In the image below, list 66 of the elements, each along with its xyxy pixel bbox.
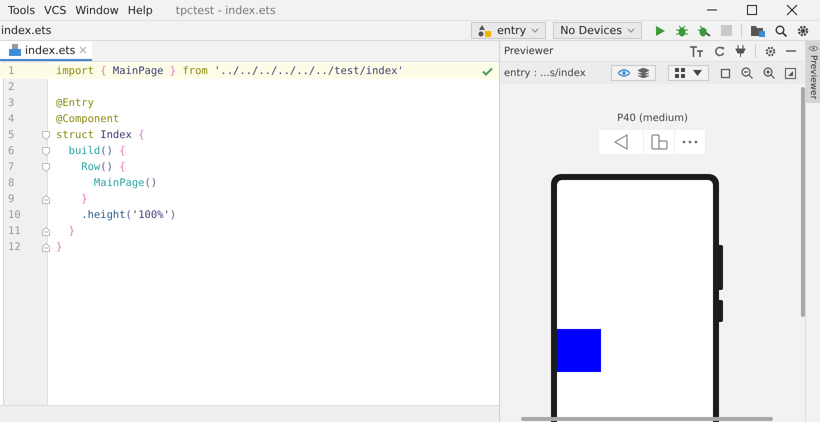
layout-dropdown[interactable]: [668, 65, 709, 81]
line-number: 7: [7, 161, 16, 173]
search-icon[interactable]: [775, 24, 787, 36]
code-line: @Component: [56, 113, 120, 125]
bug-attach-icon[interactable]: [698, 24, 711, 36]
chevron-icon: [627, 28, 635, 34]
line-number: 2: [7, 81, 16, 93]
breadcrumb[interactable]: index.ets: [1, 24, 52, 37]
code-line: }: [68, 225, 75, 237]
file-tab[interactable]: index.ets: [0, 41, 92, 61]
menu-item[interactable]: VCS: [44, 4, 66, 16]
eye-icon: [618, 68, 630, 78]
code-line: @Entry: [56, 97, 94, 109]
code-line: MainPage(): [92, 177, 158, 189]
preview-path: entry : ...s/index: [504, 68, 586, 78]
side-tab[interactable]: Previewer: [806, 41, 820, 104]
inspector-toggle[interactable]: [611, 65, 656, 81]
rectangle: [556, 329, 600, 372]
zoom-out-icon[interactable]: [741, 67, 753, 79]
line-number: 9: [7, 193, 16, 205]
settings-icon[interactable]: [765, 46, 776, 56]
run-icon[interactable]: [654, 24, 666, 36]
line-number: 1: [7, 65, 16, 77]
menu-item[interactable]: Help: [128, 4, 153, 16]
line-number: 12: [7, 241, 22, 253]
folder-icon[interactable]: [751, 24, 765, 36]
caret-icon: [693, 70, 702, 76]
code-line: }: [56, 241, 62, 253]
fit-screen-icon[interactable]: [785, 68, 796, 78]
file-icon: [9, 44, 21, 56]
code-line: }: [80, 193, 88, 205]
menu-item[interactable]: Window: [75, 4, 119, 16]
code-line: .height('100%'): [80, 209, 176, 221]
code-line: struct Index {: [56, 129, 145, 141]
eye-icon: [808, 45, 818, 52]
panel-title: Previewer: [504, 46, 554, 56]
chevron-icon: [531, 28, 540, 34]
line-number: 4: [7, 113, 16, 125]
zoom-in-icon[interactable]: [763, 67, 775, 79]
refresh-icon[interactable]: [714, 46, 725, 56]
code-line: build() {: [68, 145, 126, 157]
layers-icon: [638, 68, 649, 78]
maximize-icon[interactable]: [746, 4, 758, 16]
close-icon[interactable]: [786, 4, 798, 16]
code-line: import { MainPage } from '../../../../../../test/index': [56, 65, 404, 77]
settings-icon[interactable]: [797, 24, 809, 36]
device-dropdown[interactable]: No Devices: [553, 22, 642, 39]
bug-icon[interactable]: [676, 24, 688, 36]
module-icon: [478, 24, 492, 36]
menu-item[interactable]: Tools: [8, 4, 36, 16]
font-size-icon[interactable]: [690, 46, 704, 56]
line-number: 5: [7, 129, 16, 141]
line-number: 11: [7, 225, 22, 237]
line-number: 10: [7, 209, 22, 221]
module-dropdown[interactable]: entry: [471, 22, 546, 39]
window-title: tpctest - index.ets: [176, 4, 276, 16]
scrollbar[interactable]: [521, 417, 773, 421]
plug-icon[interactable]: [735, 45, 746, 57]
scrollbar[interactable]: [801, 87, 805, 317]
line-number: 6: [7, 145, 16, 157]
frame-icon[interactable]: [720, 68, 731, 78]
line-number: 3: [7, 97, 16, 109]
line-number: 8: [7, 177, 16, 189]
grid-icon: [675, 68, 685, 78]
code-line: Row() {: [80, 161, 126, 173]
device-label: P40 (medium): [617, 113, 688, 124]
